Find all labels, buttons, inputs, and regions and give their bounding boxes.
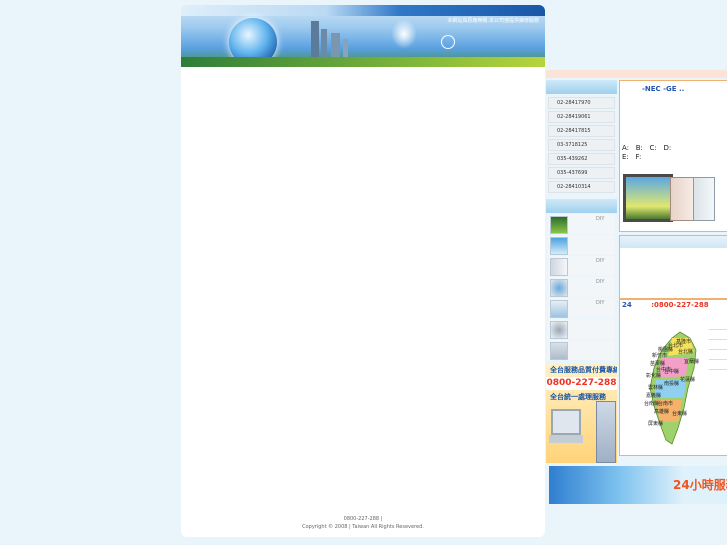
table-row (709, 340, 727, 350)
diy-label: DIY (596, 300, 605, 306)
computer-icon (551, 409, 581, 435)
service-area-box: 24 :0800-227-288 基隆市 台北市 桃園縣 台北縣 新竹市 宜蘭縣 苗栗縣 台中… (619, 299, 727, 456)
promo-tel: 0800-227-288 (546, 377, 617, 390)
footer: 0800-227-288 | Copyright © 2008 | Taiwan… (181, 515, 545, 531)
product-item[interactable] (548, 319, 615, 339)
phone-item[interactable]: 02-28419061 (548, 111, 615, 123)
notice-header (620, 236, 727, 248)
diy-label: DIY (596, 258, 605, 264)
phone-item[interactable]: 035-437699 (548, 167, 615, 179)
24h-service-banner[interactable]: 24小時服務 (549, 466, 727, 504)
main-page: 本網站與原廠無關,本公司僅提供維修服務 0800-227-288 | Copyr… (181, 5, 545, 537)
product-item[interactable]: DIY (548, 214, 615, 234)
diy-label: DIY (596, 279, 605, 285)
monitor-thumb-icon (550, 237, 568, 255)
service-tel: :0800-227-288 (651, 301, 709, 309)
footer-copyright: Copyright © 2008 | Taiwan All Rights Res… (302, 524, 424, 530)
map-city-label[interactable]: 台北縣 (678, 348, 693, 355)
map-city-label[interactable]: 宜蘭縣 (684, 358, 699, 365)
header-banner: 本網站與原廠無關,本公司僅提供維修服務 (181, 5, 545, 67)
service-promo-banner[interactable]: 全台服務品質付費專線 0800-227-288 全台統一處理服務 (546, 363, 617, 463)
promo-line1: 全台服務品質付費專線 (550, 366, 617, 374)
dryer-thumb-icon (550, 321, 568, 339)
phone-item[interactable]: 02-28410314 (548, 181, 615, 193)
map-city-label[interactable]: 台南市 (658, 400, 673, 407)
keyboard-icon (549, 435, 583, 443)
banner2-text: 24小時服務 (673, 478, 727, 492)
sidebar: 02-28417970 02-28419061 02-28417815 03-3… (546, 80, 617, 361)
heater-thumb-icon (550, 342, 568, 360)
map-city-label[interactable]: 台南縣 (644, 400, 659, 407)
product-item[interactable] (548, 235, 615, 255)
footer-tel: 0800-227-288 | (343, 516, 383, 522)
banner-topbar (181, 5, 545, 16)
product-item[interactable]: DIY (548, 277, 615, 297)
map-city-label[interactable]: 彰化縣 (646, 372, 661, 379)
fridge-icon (670, 177, 694, 221)
fridge-icon (596, 401, 616, 463)
building-icon (321, 29, 327, 59)
map-city-label[interactable]: 台東縣 (672, 410, 687, 417)
product-item[interactable] (548, 340, 615, 360)
building-icon (311, 21, 319, 59)
building-icon (331, 33, 340, 59)
service-prefix: 24 (622, 301, 632, 309)
map-city-label[interactable]: 新竹市 (652, 352, 667, 359)
map-city-label[interactable]: 花蓮縣 (680, 376, 695, 383)
map-city-label[interactable]: 屏東縣 (648, 420, 663, 427)
banner-grass (181, 57, 545, 67)
phone-item[interactable]: 035-439262 (548, 153, 615, 165)
brand-box: -NEC -GE .. A: B: C: D: E: F: (619, 80, 727, 232)
service-table (709, 320, 727, 370)
table-row (709, 320, 727, 330)
diy-label: DIY (596, 216, 605, 222)
washer-thumb-icon (550, 279, 568, 297)
fridge-icon (693, 177, 715, 221)
table-row (709, 330, 727, 340)
phone-list-header (546, 80, 617, 94)
option-list: A: B: C: D: E: F: (622, 144, 672, 161)
brand-title: -NEC -GE .. (642, 85, 685, 93)
product-item[interactable]: DIY (548, 256, 615, 276)
product-list-header (546, 199, 617, 213)
bubble-icon (441, 35, 455, 49)
map-city-label[interactable]: 雲林縣 (648, 384, 663, 391)
phone-item[interactable]: 02-28417970 (548, 97, 615, 109)
building-icon (343, 39, 348, 59)
tv-thumb-icon (550, 216, 568, 234)
feather-icon (391, 19, 417, 49)
product-item[interactable]: DIY (548, 298, 615, 318)
fridge-thumb-icon (550, 258, 568, 276)
map-city-label[interactable]: 嘉義縣 (646, 392, 661, 399)
map-city-label[interactable]: 台中縣 (664, 368, 679, 375)
table-row (709, 360, 727, 370)
table-row (709, 350, 727, 360)
notice-box (619, 235, 727, 299)
tv-icon (623, 174, 673, 222)
map-city-label[interactable]: 高雄縣 (654, 408, 669, 415)
top-strip (546, 70, 727, 78)
banner-ticker: 本網站與原廠無關,本公司僅提供維修服務 (447, 18, 539, 24)
phone-item[interactable]: 03-3718125 (548, 139, 615, 151)
map-city-label[interactable]: 南投縣 (664, 380, 679, 387)
phone-item[interactable]: 02-28417815 (548, 125, 615, 137)
aircon-thumb-icon (550, 300, 568, 318)
service-title: 24 :0800-227-288 (622, 301, 709, 309)
